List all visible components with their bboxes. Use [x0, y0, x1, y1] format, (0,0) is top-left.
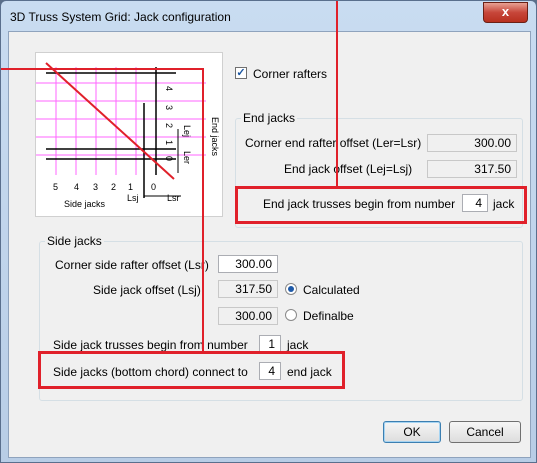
ler-label: Ler — [182, 151, 192, 164]
ok-button[interactable]: OK — [383, 421, 441, 443]
side-jack-offset-definable-field: 300.00 — [218, 307, 278, 325]
x-tick-4: 1 — [128, 182, 133, 192]
y-tick-1: 3 — [164, 105, 174, 110]
end-jack-offset-field: 317.50 — [427, 160, 517, 178]
annotation-line-top — [336, 1, 338, 189]
calculated-label: Calculated — [303, 283, 360, 297]
end-jacks-diagram-label: End jacks — [210, 117, 220, 157]
y-tick-0: 4 — [164, 86, 174, 91]
lej-label: Lej — [182, 125, 192, 137]
definable-radio[interactable] — [285, 309, 297, 321]
side-jacks-group-label: Side jacks — [45, 234, 104, 248]
side-jack-begin-label: Side jack trusses begin from number — [53, 338, 248, 352]
corner-end-rafter-offset-label: Corner end rafter offset (Ler=Lsr) — [245, 136, 422, 150]
lsr-label: Lsr — [167, 193, 180, 203]
side-jack-offset-calculated-field: 317.50 — [218, 280, 278, 298]
close-button[interactable]: x — [483, 2, 528, 23]
title-bar[interactable]: 3D Truss System Grid: Jack configuration… — [1, 1, 536, 32]
annotation-box-side-jack-connect — [38, 351, 345, 389]
cancel-button[interactable]: Cancel — [449, 421, 521, 443]
lsj-label: Lsj — [127, 193, 139, 203]
corner-rafters-checkbox[interactable]: ✓ — [235, 67, 247, 79]
annotation-line-down — [202, 68, 204, 353]
side-jack-begin-suffix: jack — [287, 338, 309, 352]
x-tick-2: 3 — [93, 182, 98, 192]
corner-rafter-line — [45, 62, 175, 180]
corner-rafters-label: Corner rafters — [253, 67, 328, 81]
side-jack-offset-label: Side jack offset (Lsj) — [93, 283, 201, 297]
diagram-svg: 5 4 3 2 1 0 4 3 2 1 0 Side jacks Lsj Lsr… — [36, 62, 220, 209]
jack-layout-diagram: 5 4 3 2 1 0 4 3 2 1 0 Side jacks Lsj Lsr… — [35, 52, 223, 217]
definable-label: Definalbe — [303, 309, 354, 323]
window-title: 3D Truss System Grid: Jack configuration — [10, 10, 231, 24]
x-tick-5: 0 — [151, 182, 156, 192]
calculated-radio[interactable] — [285, 283, 297, 295]
corner-end-rafter-offset-field: 300.00 — [427, 134, 517, 152]
x-tick-0: 5 — [53, 182, 58, 192]
corner-side-rafter-offset-label: Corner side rafter offset (Lsr) — [55, 258, 209, 272]
y-tick-3: 1 — [164, 140, 174, 145]
dialog-window: 3D Truss System Grid: Jack configuration… — [0, 0, 537, 463]
annotation-line-left — [1, 68, 204, 70]
x-tick-1: 4 — [74, 182, 79, 192]
annotation-box-end-jack-begin — [235, 186, 527, 224]
y-tick-2: 2 — [164, 123, 174, 128]
side-jacks-diagram-label: Side jacks — [64, 199, 106, 209]
end-jacks-group-label: End jacks — [241, 111, 298, 125]
y-tick-4: 0 — [164, 156, 174, 161]
end-jack-offset-label: End jack offset (Lej=Lsj) — [284, 162, 413, 176]
dialog-client-area: 5 4 3 2 1 0 4 3 2 1 0 Side jacks Lsj Lsr… — [8, 31, 531, 458]
corner-side-rafter-offset-input[interactable]: 300.00 — [218, 255, 278, 273]
x-tick-3: 2 — [111, 182, 116, 192]
